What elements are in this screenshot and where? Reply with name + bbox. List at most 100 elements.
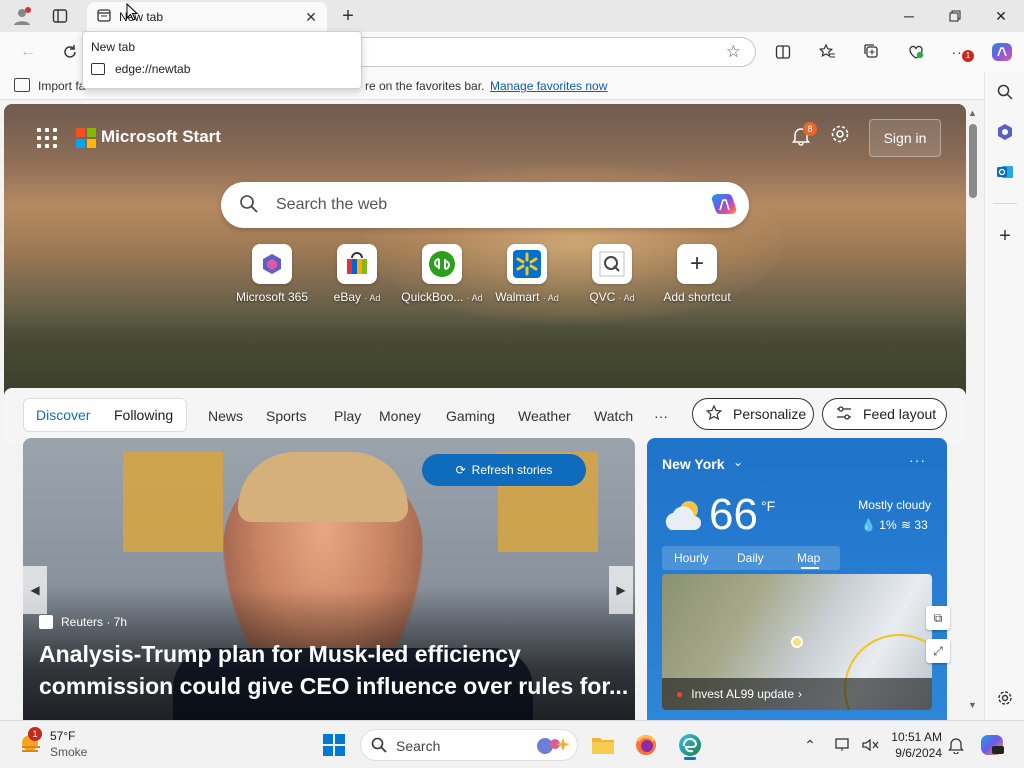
new-tab-button[interactable]: + [336,4,360,28]
browser-essentials-icon[interactable] [902,38,930,66]
shortcut-walmart[interactable]: Walmart · Ad [482,244,572,304]
search-icon [239,194,259,214]
profile-icon[interactable] [10,4,34,28]
taskbar-search[interactable]: Search [360,729,578,761]
map-expand-icon[interactable]: ⧉ [926,606,950,630]
copilot-icon[interactable] [978,731,1006,759]
background-sign [123,452,223,552]
split-screen-icon[interactable] [769,38,797,66]
shortcut-label: Walmart [495,290,540,304]
tab-actions-icon[interactable] [48,4,72,28]
weather-map[interactable]: ● Invest AL99 update › [662,574,932,710]
restore-button[interactable] [932,0,978,32]
nav-watch[interactable]: Watch [594,408,633,424]
close-tab-icon[interactable]: ✕ [301,7,321,27]
clock-date: 9/6/2024 [895,746,942,760]
start-button[interactable] [320,731,348,759]
sign-in-button[interactable]: Sign in [869,119,941,157]
tab-discover[interactable]: Discover [36,407,90,423]
page-settings-icon[interactable] [830,124,850,150]
wind-value: 33 [914,518,928,532]
microsoft-365-icon[interactable] [991,118,1019,146]
brand-title[interactable]: Microsoft Start [101,127,221,147]
close-window-button[interactable]: ✕ [978,0,1024,32]
news-card[interactable]: ⟳ Refresh stories ◀ ▶ Reuters · 7h Analy… [23,438,635,720]
weather-condition: Mostly cloudy [858,498,931,512]
tab-new-tab[interactable]: New tab ✕ [87,2,327,32]
tab-hourly[interactable]: Hourly [674,551,709,565]
show-hidden-icons-chevron[interactable]: ⌃ [796,731,824,759]
ad-label: · Ad [542,293,559,303]
search-icon [371,737,387,756]
chevron-down-icon[interactable]: ⌄ [733,455,743,469]
network-icon[interactable] [830,731,858,759]
notification-badge: 1 [962,50,974,62]
ad-label: · Ad [618,293,635,303]
app-launcher-icon[interactable] [37,128,57,148]
shortcut-ebay[interactable]: eBay · Ad [312,244,402,304]
nav-news[interactable]: News [208,408,243,424]
nav-more[interactable]: ··· [654,408,668,424]
shortcut-microsoft-365[interactable]: Microsoft 365 [227,244,317,304]
title-bar: New tab ✕ + ─ ✕ [0,0,1024,32]
nav-play[interactable]: Play [334,408,361,424]
nav-gaming[interactable]: Gaming [446,408,495,424]
sidebar-settings-icon[interactable] [991,684,1019,712]
search-placeholder: Search the web [276,196,388,213]
copilot-icon[interactable] [988,38,1016,66]
nav-sports[interactable]: Sports [266,408,306,424]
favorite-star-icon[interactable]: ☆ [726,42,741,62]
system-clock[interactable]: 10:51 AM 9/6/2024 [888,729,942,761]
scroll-up-icon[interactable]: ▲ [968,108,977,118]
file-explorer-icon[interactable] [589,731,617,759]
back-button[interactable]: ← [14,38,42,66]
ebay-icon [337,244,377,284]
shortcut-quickbooks[interactable]: QuickBoo... · Ad [397,244,487,304]
feed-layout-button[interactable]: Feed layout [822,398,947,430]
tab-map[interactable]: Map [797,551,820,565]
personalize-button[interactable]: Personalize [692,398,814,430]
invest-update-link[interactable]: ● Invest AL99 update › [662,678,932,710]
weather-more-button[interactable]: ··· [909,452,926,468]
ad-label: · Ad [364,293,381,303]
refresh-button[interactable] [56,38,84,66]
search-icon[interactable] [991,78,1019,106]
nav-weather[interactable]: Weather [518,408,571,424]
add-shortcut-button[interactable]: + Add shortcut [652,244,742,304]
page-scrollbar[interactable]: ▲ ▼ [966,104,980,720]
shortcut-qvc[interactable]: QVC · Ad [567,244,657,304]
favorites-bar-message: re on the favorites bar. [365,79,485,93]
add-sidebar-app-icon[interactable]: + [991,222,1019,250]
volume-muted-icon[interactable] [856,731,884,759]
temperature-unit[interactable]: °F [761,498,775,514]
collections-icon[interactable] [858,38,886,66]
next-story-button[interactable]: ▶ [609,566,633,614]
scroll-thumb[interactable] [969,124,977,198]
weather-location[interactable]: New York [662,456,725,472]
new-tab-page: Microsoft Start 8 Sign in Search the web… [4,104,966,720]
manage-favorites-link[interactable]: Manage favorites now [490,79,607,93]
firefox-icon[interactable] [632,731,660,759]
copilot-icon[interactable] [709,191,739,219]
tab-following[interactable]: Following [114,407,173,423]
reuters-icon [39,615,53,629]
weather-card[interactable]: New York ⌄ ··· 66 °F Mostly cloudy 💧 1% … [647,438,947,720]
edge-icon[interactable] [676,731,704,760]
map-label: Invest AL99 update [691,687,794,701]
previous-story-button[interactable]: ◀ [23,566,47,614]
scroll-down-icon[interactable]: ▼ [968,700,977,710]
notifications-bell-icon[interactable] [942,731,970,759]
more-options-icon[interactable]: ··· 1 [946,38,974,66]
refresh-stories-button[interactable]: ⟳ Refresh stories [422,454,586,486]
cursor-icon [126,2,139,24]
import-favorites-text[interactable]: Import fa [38,79,85,93]
favorites-icon[interactable] [813,38,841,66]
fullscreen-icon[interactable]: ⤢ [926,639,950,663]
web-search-box[interactable]: Search the web [221,182,749,228]
nav-money[interactable]: Money [379,408,421,424]
minimize-button[interactable]: ─ [886,0,932,32]
news-headline[interactable]: Analysis-Trump plan for Musk-led efficie… [39,638,629,702]
tab-daily[interactable]: Daily [737,551,764,565]
notifications-bell-icon[interactable]: 8 [791,122,817,150]
outlook-icon[interactable] [991,158,1019,186]
